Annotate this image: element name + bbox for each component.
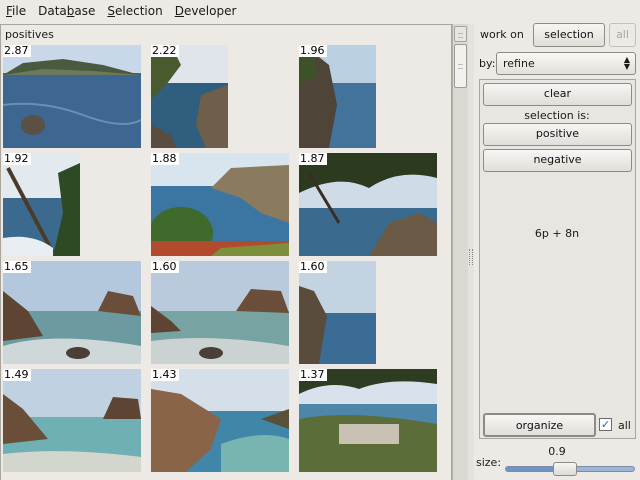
score-label: 1.49 [3,369,31,381]
work-on-all-button[interactable]: all [609,23,636,47]
thumbnail[interactable]: 1.60 [299,261,376,364]
selection-counts: 6p + 8n [534,227,580,240]
all-checkbox[interactable]: ✓ [599,418,612,431]
checkmark-icon: ✓ [600,418,611,431]
thumbnail-image [3,45,141,148]
work-on-selection-button[interactable]: selection [533,23,605,47]
menu-database[interactable]: Database [32,0,101,22]
combo-arrows-icon: ▲ ▼ [623,55,630,71]
menu-selection[interactable]: Selection [101,0,168,22]
menu-developer[interactable]: Developer [169,0,243,22]
by-mode-value: refine [503,57,535,70]
thumbnail[interactable]: 2.87 [3,45,141,148]
splitter-grip-icon [469,249,473,265]
thumbnail[interactable]: 1.88 [151,153,289,256]
thumbnail-image [299,261,376,364]
thumbnail-image [299,369,437,472]
thumbnail-image [3,261,141,364]
results-scrollbar[interactable] [452,24,468,480]
scroll-up-arrow[interactable] [454,26,467,42]
all-checkbox-label: all [618,419,631,432]
thumbnail[interactable]: 2.22 [151,45,228,148]
thumbnail-image [299,153,437,256]
by-mode-select[interactable]: refine ▲ ▼ [496,52,636,75]
score-label: 1.65 [3,261,31,273]
score-label: 1.92 [3,153,31,165]
section-label: positives [5,28,54,41]
thumbnail-image [151,369,289,472]
control-panel: work on selection all by: refine ▲ ▼ clea… [474,22,640,480]
score-label: 1.43 [151,369,179,381]
score-label: 1.37 [299,369,327,381]
negative-button[interactable]: negative [483,149,632,172]
score-label: 1.60 [151,261,179,273]
thumbnail[interactable]: 1.49 [3,369,141,472]
thumbnail[interactable]: 1.92 [3,153,80,256]
thumbnail-image [299,45,376,148]
thumbnail-image [151,153,289,256]
positive-button[interactable]: positive [483,123,632,146]
thumbnail[interactable]: 1.87 [299,153,437,256]
work-on-label: work on [480,28,524,41]
thumbnail[interactable]: 1.96 [299,45,376,148]
scrollbar-thumb[interactable] [454,44,467,88]
menubar: File Database Selection Developer [0,0,640,22]
thumbnail-image [151,261,289,364]
score-label: 2.22 [151,45,179,57]
score-label: 1.87 [299,153,327,165]
organize-button[interactable]: organize [483,413,596,437]
score-label: 1.88 [151,153,179,165]
thumbnail-image [3,369,141,472]
thumbnail-image [3,153,80,256]
menu-file[interactable]: File [0,0,32,22]
thumbnail[interactable]: 1.60 [151,261,289,364]
thumbnail[interactable]: 1.37 [299,369,437,472]
results-panel: positives 2.87 2.22 1.96 1.92 1.88 1.87 … [0,24,452,480]
thumbnail[interactable]: 1.43 [151,369,289,472]
thumbnail-image [151,45,228,148]
score-label: 2.87 [3,45,31,57]
selection-is-label: selection is: [524,109,590,122]
clear-button[interactable]: clear [483,83,632,106]
size-label: size: [476,456,502,469]
by-label: by: [479,57,496,70]
size-slider-handle[interactable] [552,462,577,476]
score-label: 1.60 [299,261,327,273]
score-label: 1.96 [299,45,327,57]
thumbnail[interactable]: 1.65 [3,261,141,364]
